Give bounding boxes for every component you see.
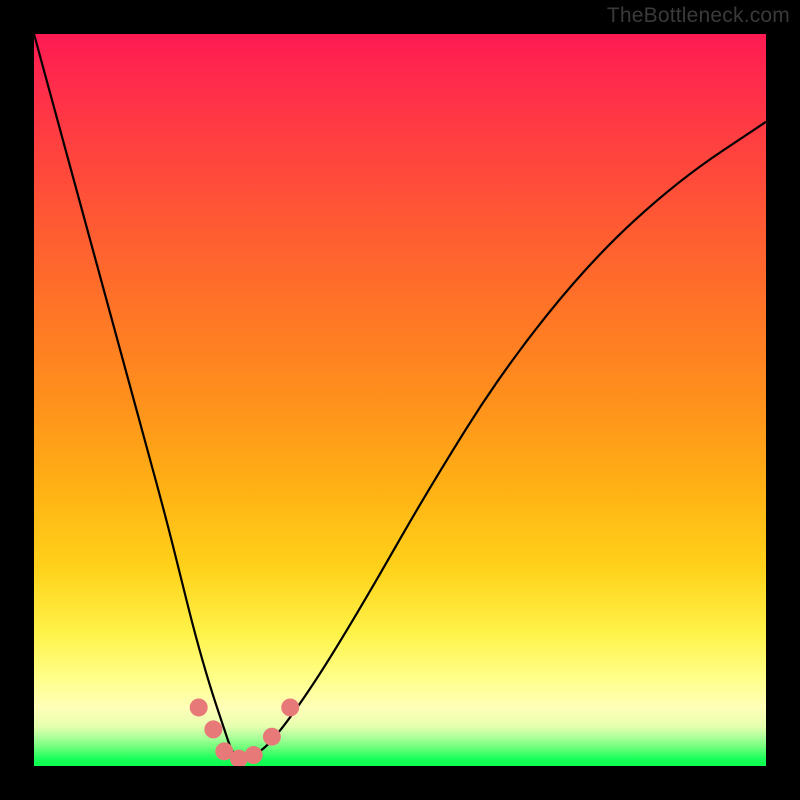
marker-7 [281,698,299,716]
plot-area [34,34,766,766]
watermark: TheBottleneck.com [607,4,790,28]
bottleneck-curve [34,34,766,759]
curve-svg [34,34,766,766]
marker-1 [190,698,208,716]
chart-frame: TheBottleneck.com [0,0,800,800]
marker-6 [263,728,281,746]
marker-5 [245,746,263,764]
marker-2 [204,720,222,738]
